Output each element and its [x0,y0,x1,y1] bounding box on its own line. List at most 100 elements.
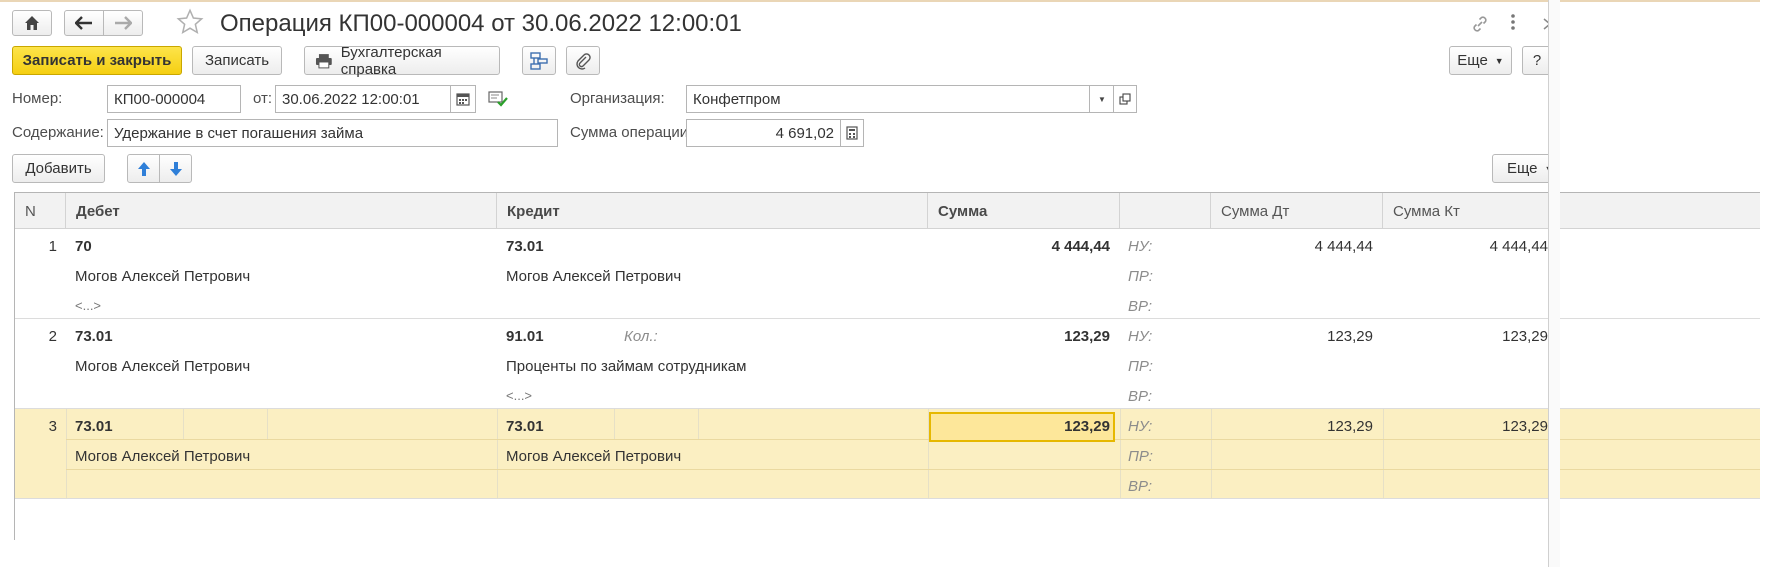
forward-button[interactable] [103,10,143,36]
move-up-button[interactable] [127,154,160,183]
calendar-button[interactable] [450,85,476,113]
cell-divider [66,409,67,499]
organization-open-button[interactable] [1113,85,1137,113]
sum-dt[interactable]: 123,29 [1211,328,1373,345]
debit-account[interactable]: 70 [75,238,92,255]
paperclip-icon [576,52,591,70]
sum-kt[interactable]: 123,29 [1383,418,1548,435]
cell-divider [497,409,498,499]
calendar-icon [456,93,470,106]
link-icon[interactable] [1470,14,1490,39]
save-and-close-button[interactable]: Записать и закрыть [12,46,182,75]
sum-kt[interactable]: 4 444,44 [1383,238,1548,255]
arrow-right-icon [115,16,132,30]
column-n[interactable]: N [15,193,66,229]
row-divider [66,469,1760,470]
attach-button[interactable] [566,46,600,75]
table-row-selected[interactable]: 3 73.01 Могов Алексей Петрович 73.01 Мог… [15,409,1760,499]
structure-icon [530,51,548,70]
credit-account[interactable]: 73.01 [506,418,544,435]
quantity-label: Кол.: [624,328,658,345]
number-field[interactable]: КП00-000004 [107,85,241,113]
column-credit[interactable]: Кредит [497,193,928,229]
vertical-scrollbar[interactable] [1548,0,1560,567]
date-label: от: [253,90,273,107]
top-accent-line [0,0,1760,2]
sum-dt[interactable]: 4 444,44 [1211,238,1373,255]
tax-label-pr: ПР: [1128,358,1153,375]
posting-sum[interactable]: 4 444,44 [928,238,1110,255]
sum-dt[interactable]: 123,29 [1211,418,1373,435]
arrow-left-icon [75,16,92,30]
cell-divider [1120,409,1121,499]
cell-divider [183,409,184,439]
home-button[interactable] [12,10,52,36]
debit-account[interactable]: 73.01 [75,328,113,345]
number-label: Номер: [12,90,63,107]
tax-label-vr: ВР: [1128,478,1153,495]
table-more-button[interactable]: Еще ▼ [1492,154,1556,183]
column-sum[interactable]: Сумма [928,193,1120,229]
tax-label-nu: НУ: [1128,328,1153,345]
dropdown-arrow-icon: ▼ [1098,94,1106,104]
organization-dropdown-button[interactable]: ▼ [1089,85,1115,113]
table-row[interactable]: 1 70 Могов Алексей Петрович <...> 73.01 … [15,229,1760,319]
document-form: Операция КП00-000004 от 30.06.2022 12:00… [0,0,1760,567]
add-row-button[interactable]: Добавить [12,154,105,183]
debit-subconto-2[interactable]: <...> [75,298,101,313]
credit-subconto-1[interactable]: Могов Алексей Петрович [506,448,681,465]
tax-label-nu: НУ: [1128,418,1153,435]
tax-label-nu: НУ: [1128,238,1153,255]
calculator-icon [846,126,858,140]
debit-subconto-1[interactable]: Могов Алексей Петрович [75,268,250,285]
amount-label: Сумма операции: [570,124,693,141]
more-label: Еще [1457,52,1488,69]
move-down-button[interactable] [159,154,192,183]
column-sum-dt[interactable]: Сумма Дт [1211,193,1383,229]
home-icon [25,16,39,30]
page-title: Операция КП00-000004 от 30.06.2022 12:00… [220,10,742,37]
calculator-button[interactable] [840,119,864,147]
date-field[interactable]: 30.06.2022 12:00:01 [275,85,451,113]
favorite-star-icon[interactable] [176,8,204,39]
more-vertical-icon[interactable] [1508,12,1518,37]
save-button[interactable]: Записать [192,46,282,75]
structure-button[interactable] [522,46,556,75]
postings-table: N Дебет Кредит Сумма Сумма Дт Сумма Кт 1… [14,192,1760,540]
row-number: 3 [48,418,57,435]
row-number: 1 [48,238,57,255]
open-window-icon [1119,93,1131,105]
posting-sum[interactable]: 123,29 [928,418,1110,435]
debit-subconto-1[interactable]: Могов Алексей Петрович [75,358,250,375]
credit-subconto-2[interactable]: <...> [506,388,532,403]
credit-account[interactable]: 73.01 [506,238,544,255]
cell-divider [267,409,268,439]
accounting-note-label: Бухгалтерская справка [340,43,442,78]
tax-label-pr: ПР: [1128,268,1153,285]
posting-status-icon[interactable] [488,90,508,111]
debit-account[interactable]: 73.01 [75,418,113,435]
back-button[interactable] [64,10,104,36]
printer-icon [315,53,332,68]
arrow-down-icon [169,161,182,176]
credit-subconto-1[interactable]: Проценты по займам сотрудникам [506,358,746,375]
column-sum-kt[interactable]: Сумма Кт [1383,193,1760,229]
dropdown-arrow-icon: ▼ [1494,55,1504,66]
tax-label-vr: ВР: [1128,298,1153,315]
accounting-note-button[interactable]: Бухгалтерская справка [304,43,500,78]
arrow-up-icon [137,161,150,176]
debit-subconto-1[interactable]: Могов Алексей Петрович [75,448,250,465]
posting-sum[interactable]: 123,29 [928,328,1110,345]
sum-kt[interactable]: 123,29 [1383,328,1548,345]
table-more-label: Еще [1507,160,1538,177]
row-divider [66,439,1760,440]
credit-subconto-1[interactable]: Могов Алексей Петрович [506,268,681,285]
content-field[interactable]: Удержание в счет погашения займа [107,119,558,147]
credit-account[interactable]: 91.01 [506,328,544,345]
row-number: 2 [48,328,57,345]
amount-field[interactable]: 4 691,02 [686,119,841,147]
table-row[interactable]: 2 73.01 Могов Алексей Петрович 91.01 Кол… [15,319,1760,409]
organization-field[interactable]: Конфетпром [686,85,1090,113]
more-button[interactable]: Еще ▼ [1449,46,1512,75]
column-debit[interactable]: Дебет [66,193,497,229]
